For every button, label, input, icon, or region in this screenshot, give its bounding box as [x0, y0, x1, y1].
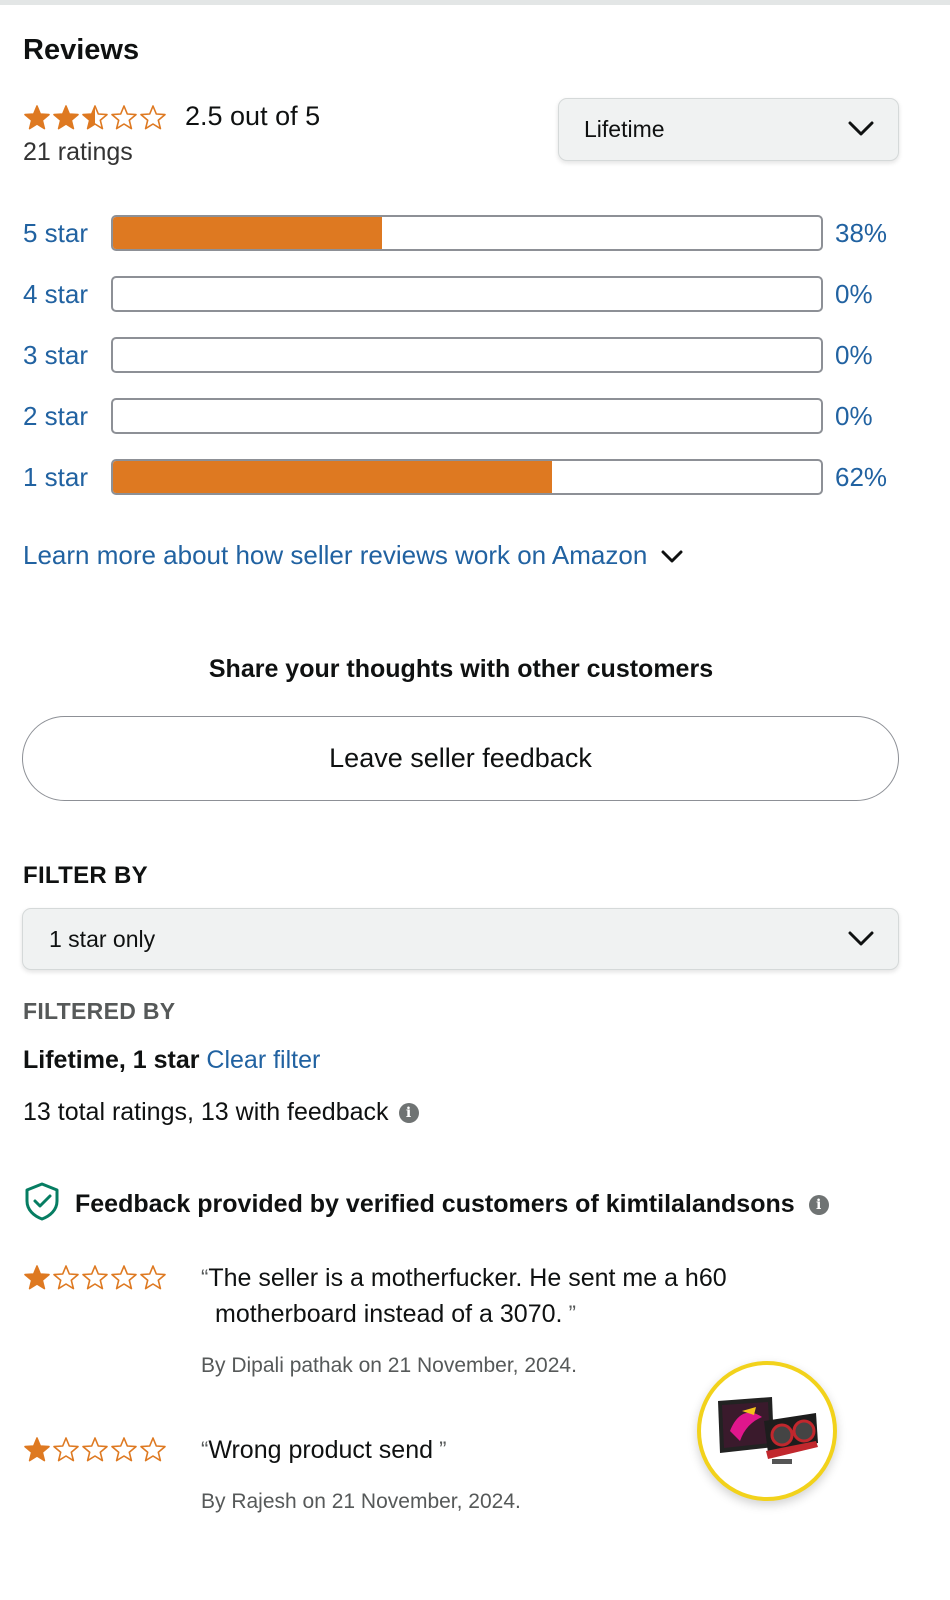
shield-check-icon — [23, 1181, 61, 1228]
histogram-star-label[interactable]: 1 star — [23, 462, 111, 493]
star-icon — [139, 104, 167, 130]
chevron-down-icon — [848, 116, 874, 143]
histogram-row[interactable]: 3 star 0% — [23, 337, 903, 373]
review-star-rating — [23, 1264, 167, 1290]
star-icon — [81, 104, 109, 130]
share-heading: Share your thoughts with other customers — [208, 655, 714, 683]
star-icon — [139, 1264, 167, 1290]
star-icon — [81, 1264, 109, 1290]
histogram-star-label[interactable]: 3 star — [23, 340, 111, 371]
histogram-percent[interactable]: 62% — [835, 462, 887, 493]
filtered-by-label: FILTERED BY — [23, 998, 176, 1024]
histogram-star-label[interactable]: 4 star — [23, 279, 111, 310]
rating-summary-text: 2.5 out of 5 — [185, 101, 321, 131]
review-line-text: The seller is a motherfucker. He sent me… — [208, 1264, 727, 1292]
review-byline: By Dipali pathak on 21 November, 2024. — [201, 1354, 577, 1377]
star-icon — [52, 1264, 80, 1290]
info-icon[interactable]: i — [808, 1194, 829, 1215]
histogram-row[interactable]: 4 star 0% — [23, 276, 903, 312]
review-byline: By Rajesh on 21 November, 2024. — [201, 1490, 521, 1513]
review-line-text: motherboard instead of a 3070. — [215, 1300, 563, 1328]
review-line: motherboard instead of a 3070. ” — [201, 1296, 801, 1332]
histogram-star-label[interactable]: 5 star — [23, 218, 111, 249]
clear-filter-link[interactable]: Clear filter — [206, 1046, 320, 1074]
star-icon — [23, 1436, 51, 1462]
star-icon — [23, 104, 51, 130]
close-quote: ” — [562, 1301, 576, 1326]
learn-more-text: Learn more about how seller reviews work… — [23, 540, 648, 570]
histogram-percent[interactable]: 38% — [835, 218, 887, 249]
filtered-by-description: Lifetime, 1 star Clear filter — [23, 1046, 320, 1075]
learn-more-link[interactable]: Learn more about how seller reviews work… — [23, 540, 683, 571]
review-star-rating — [23, 1436, 167, 1462]
page-title: Reviews — [23, 34, 140, 66]
graphics-card-thumbnail — [718, 1397, 818, 1464]
star-icon — [139, 1436, 167, 1462]
info-icon[interactable]: i — [398, 1102, 419, 1123]
histogram-percent[interactable]: 0% — [835, 401, 873, 432]
filter-by-label: FILTER BY — [23, 862, 148, 889]
period-select-value: Lifetime — [584, 116, 665, 142]
histogram-percent[interactable]: 0% — [835, 279, 873, 310]
close-quote: ” — [433, 1437, 447, 1462]
period-select[interactable]: Lifetime — [558, 98, 899, 161]
summary-star-rating — [23, 104, 167, 130]
histogram-bar-fill — [113, 461, 552, 493]
histogram-row[interactable]: 2 star 0% — [23, 398, 903, 434]
histogram-percent[interactable]: 0% — [835, 340, 873, 371]
histogram-bar-fill — [113, 217, 383, 249]
star-icon — [81, 1436, 109, 1462]
leave-seller-feedback-button[interactable]: Leave seller feedback — [22, 716, 899, 801]
review-text: “The seller is a motherfucker. He sent m… — [201, 1260, 801, 1332]
histogram-bar[interactable] — [111, 215, 823, 251]
histogram-bar[interactable] — [111, 337, 823, 373]
histogram-row[interactable]: 1 star 62% — [23, 459, 903, 495]
histogram-bar[interactable] — [111, 459, 823, 495]
histogram-bar[interactable] — [111, 276, 823, 312]
histogram-star-label[interactable]: 2 star — [23, 401, 111, 432]
histogram-row[interactable]: 5 star 38% — [23, 215, 903, 251]
filter-select[interactable]: 1 star only — [22, 908, 899, 970]
verified-feedback-banner: Feedback provided by verified customers … — [23, 1181, 829, 1228]
verified-feedback-text: Feedback provided by verified customers … — [75, 1190, 795, 1218]
star-icon — [110, 104, 138, 130]
product-thumbnail-badge[interactable] — [697, 1361, 837, 1501]
star-icon — [110, 1436, 138, 1462]
star-icon — [52, 104, 80, 130]
histogram-bar[interactable] — [111, 398, 823, 434]
star-icon — [23, 1264, 51, 1290]
star-icon — [110, 1264, 138, 1290]
chevron-down-icon — [848, 926, 874, 953]
top-divider — [0, 0, 950, 5]
filter-select-value: 1 star only — [49, 925, 156, 952]
review-line-text: Wrong product send — [208, 1436, 433, 1464]
ratings-count: 21 ratings — [23, 138, 133, 166]
totals-text: 13 total ratings, 13 with feedback — [23, 1098, 389, 1126]
filtered-by-value: Lifetime, 1 star — [23, 1046, 200, 1074]
totals-row: 13 total ratings, 13 with feedback i — [23, 1098, 419, 1127]
star-icon — [52, 1436, 80, 1462]
review-line: “The seller is a motherfucker. He sent m… — [201, 1260, 801, 1296]
chevron-down-icon — [661, 540, 683, 571]
